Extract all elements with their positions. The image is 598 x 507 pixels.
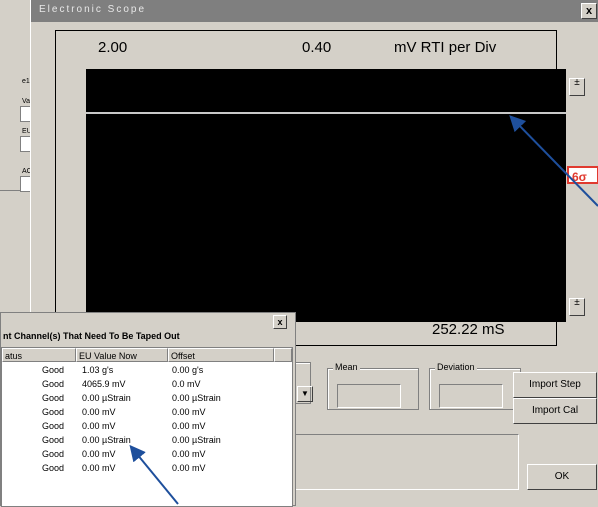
trace-arrow [509,115,598,207]
annotation-arrows [129,115,598,505]
row-arrow [129,444,179,505]
